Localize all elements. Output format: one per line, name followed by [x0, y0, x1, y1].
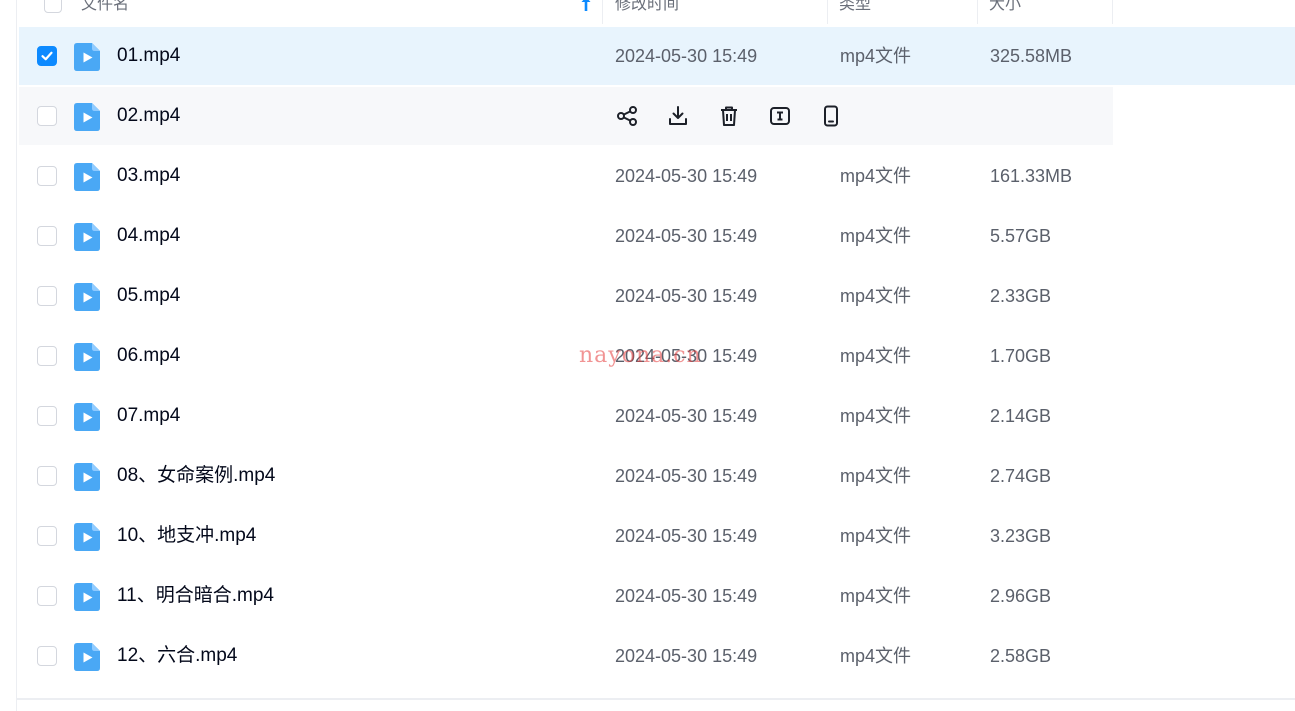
left-border: [16, 0, 17, 711]
video-file-icon: [74, 43, 100, 71]
download-icon[interactable]: [666, 104, 690, 128]
file-name[interactable]: 04.mp4: [117, 207, 180, 265]
file-type: mp4文件: [840, 226, 912, 246]
file-name[interactable]: 01.mp4: [117, 27, 180, 85]
file-modified: 2024-05-30 15:49: [615, 226, 758, 246]
file-size: 3.23GB: [990, 526, 1052, 546]
rename-icon[interactable]: [768, 104, 792, 128]
column-separator: [827, 0, 828, 24]
table-row[interactable]: 10、地支冲.mp4 2024-05-30 15:49 mp4文件 3.23GB: [19, 507, 1295, 565]
column-header-size[interactable]: 大小: [989, 0, 1021, 24]
column-header-name[interactable]: 文件名: [81, 0, 129, 24]
row-checkbox[interactable]: [37, 286, 57, 306]
video-file-icon: [74, 223, 100, 251]
row-checkbox[interactable]: [37, 166, 57, 186]
table-row[interactable]: 01.mp4 2024-05-30 15:49 mp4文件 325.58MB: [19, 27, 1295, 85]
file-type: mp4文件: [840, 286, 912, 306]
watermark: nayona.cn: [579, 343, 702, 368]
select-all-checkbox[interactable]: [44, 0, 62, 13]
file-type: mp4文件: [840, 166, 912, 186]
video-file-icon: [74, 103, 100, 131]
video-file-icon: [74, 403, 100, 431]
video-file-icon: [74, 643, 100, 671]
column-header-type[interactable]: 类型: [839, 0, 871, 24]
file-name[interactable]: 07.mp4: [117, 387, 180, 445]
file-size: 325.58MB: [990, 46, 1073, 66]
file-type: mp4文件: [840, 346, 912, 366]
row-checkbox[interactable]: [37, 586, 57, 606]
file-name[interactable]: 03.mp4: [117, 147, 180, 205]
file-size: 161.33MB: [990, 166, 1073, 186]
file-size: 5.57GB: [990, 226, 1052, 246]
file-size: 2.74GB: [990, 466, 1052, 486]
row-checkbox[interactable]: [37, 46, 57, 66]
file-type: mp4文件: [840, 526, 912, 546]
file-modified: 2024-05-30 15:49: [615, 46, 758, 66]
column-separator: [602, 0, 603, 24]
column-separator: [977, 0, 978, 24]
video-file-icon: [74, 463, 100, 491]
file-type: mp4文件: [840, 586, 912, 606]
file-name[interactable]: 11、明合暗合.mp4: [117, 567, 274, 625]
row-checkbox[interactable]: [37, 406, 57, 426]
video-file-icon: [74, 283, 100, 311]
file-modified: 2024-05-30 15:49: [615, 166, 758, 186]
file-size: 2.14GB: [990, 406, 1052, 426]
file-size: 2.96GB: [990, 586, 1052, 606]
file-type: mp4文件: [840, 46, 912, 66]
delete-icon[interactable]: [717, 104, 741, 128]
file-name[interactable]: 12、六合.mp4: [117, 627, 237, 685]
table-row[interactable]: 05.mp4 2024-05-30 15:49 mp4文件 2.33GB: [19, 267, 1295, 325]
row-checkbox[interactable]: [37, 646, 57, 666]
row-checkbox[interactable]: [37, 226, 57, 246]
table-row[interactable]: 12、六合.mp4 2024-05-30 15:49 mp4文件 2.58GB: [19, 627, 1295, 685]
row-checkbox[interactable]: [37, 466, 57, 486]
file-name[interactable]: 10、地支冲.mp4: [117, 507, 256, 565]
table-row[interactable]: 03.mp4 2024-05-30 15:49 mp4文件 161.33MB: [19, 147, 1295, 205]
row-checkbox[interactable]: [37, 106, 57, 126]
table-row[interactable]: 02.mp4: [19, 87, 1113, 145]
file-size: 2.58GB: [990, 646, 1052, 666]
file-size: 1.70GB: [990, 346, 1052, 366]
table-row[interactable]: 04.mp4 2024-05-30 15:49 mp4文件 5.57GB: [19, 207, 1295, 265]
video-file-icon: [74, 163, 100, 191]
file-type: mp4文件: [840, 646, 912, 666]
video-file-icon: [74, 343, 100, 371]
file-name[interactable]: 02.mp4: [117, 87, 180, 145]
check-icon: [41, 51, 53, 61]
video-file-icon: [74, 583, 100, 611]
file-type: mp4文件: [840, 406, 912, 426]
share-icon[interactable]: [615, 104, 639, 128]
table-header: 文件名 修改时间 类型 大小: [17, 0, 1295, 24]
file-modified: 2024-05-30 15:49: [615, 646, 758, 666]
table-row[interactable]: 11、明合暗合.mp4 2024-05-30 15:49 mp4文件 2.96G…: [19, 567, 1295, 625]
table-row[interactable]: 07.mp4 2024-05-30 15:49 mp4文件 2.14GB: [19, 387, 1295, 445]
file-modified: 2024-05-30 15:49: [615, 586, 758, 606]
file-modified: 2024-05-30 15:49: [615, 466, 758, 486]
mobile-icon[interactable]: [819, 104, 843, 128]
file-name[interactable]: 05.mp4: [117, 267, 180, 325]
file-modified: 2024-05-30 15:49: [615, 526, 758, 546]
file-modified: 2024-05-30 15:49: [615, 286, 758, 306]
file-type: mp4文件: [840, 466, 912, 486]
row-checkbox[interactable]: [37, 526, 57, 546]
table-row[interactable]: 08、女命案例.mp4 2024-05-30 15:49 mp4文件 2.74G…: [19, 447, 1295, 505]
column-separator: [1112, 0, 1113, 24]
row-checkbox[interactable]: [37, 346, 57, 366]
column-header-modified[interactable]: 修改时间: [615, 0, 679, 24]
file-modified: 2024-05-30 15:49: [615, 406, 758, 426]
table-bottom-border: [17, 698, 1295, 700]
file-name[interactable]: 08、女命案例.mp4: [117, 447, 275, 505]
video-file-icon: [74, 523, 100, 551]
file-name[interactable]: 06.mp4: [117, 327, 180, 385]
sort-ascending-icon[interactable]: [580, 0, 592, 12]
file-size: 2.33GB: [990, 286, 1052, 306]
